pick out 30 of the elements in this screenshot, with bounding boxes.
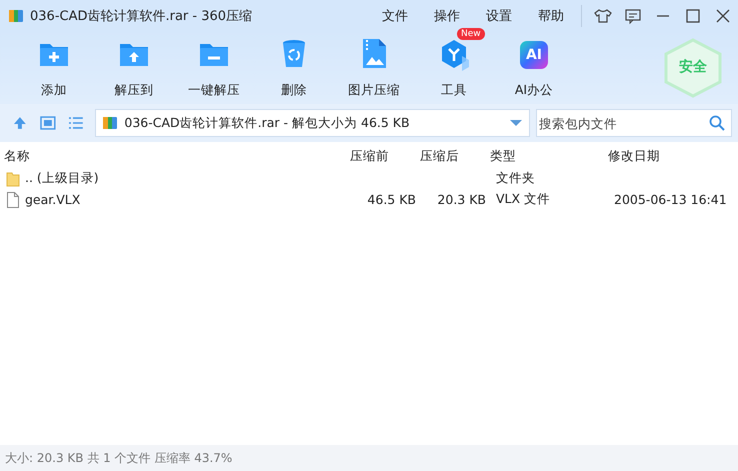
file-size: 46.5 KB	[367, 192, 416, 207]
toolbar-button[interactable]: 添加	[14, 26, 94, 98]
modified-date: 2005-06-13 16:41	[614, 192, 727, 207]
toolbar-button[interactable]: AI AI办公	[494, 26, 574, 98]
toolbar-button[interactable]: New 工具	[414, 26, 494, 98]
address-field[interactable]: 036-CAD齿轮计算软件.rar - 解包大小为 46.5 KB	[95, 109, 530, 137]
status-text: 大小: 20.3 KB 共 1 个文件 压缩率 43.7%	[5, 450, 232, 466]
file-row[interactable]: gear.VLX 46.5 KB 20.3 KB VLX 文件 2005-06-13 16:41	[0, 189, 738, 210]
column-header[interactable]: 名称	[0, 148, 346, 164]
toolbar-button[interactable]: 解压到	[94, 26, 174, 98]
file-type: VLX 文件	[496, 191, 550, 206]
packed-size: 20.3 KB	[437, 192, 486, 207]
toolbar-button[interactable]: 一键解压	[174, 26, 254, 98]
menu-item[interactable]: 设置	[473, 7, 525, 25]
column-header[interactable]: 类型	[486, 148, 604, 164]
file-type: 文件夹	[496, 170, 535, 185]
search-field[interactable]: 搜索包内文件	[536, 109, 732, 137]
menu-item[interactable]: 操作	[421, 7, 473, 25]
file-name: .. (上级目录)	[25, 170, 99, 187]
file-name: gear.VLX	[25, 192, 80, 207]
column-header[interactable]: 修改日期	[604, 148, 738, 164]
ai-logo-icon: AI	[520, 40, 548, 68]
column-header[interactable]: 压缩后	[416, 148, 486, 164]
menu-item[interactable]: 帮助	[525, 7, 577, 25]
file-row[interactable]: .. (上级目录) 文件夹	[0, 168, 738, 189]
window-title: 036-CAD齿轮计算软件.rar - 360压缩	[30, 8, 254, 25]
menu-item[interactable]: 文件	[369, 7, 421, 25]
column-header[interactable]: 压缩前	[346, 148, 416, 164]
toolbar-button[interactable]: 删除	[254, 26, 334, 98]
toolbar-button[interactable]: 图片压缩	[334, 26, 414, 98]
